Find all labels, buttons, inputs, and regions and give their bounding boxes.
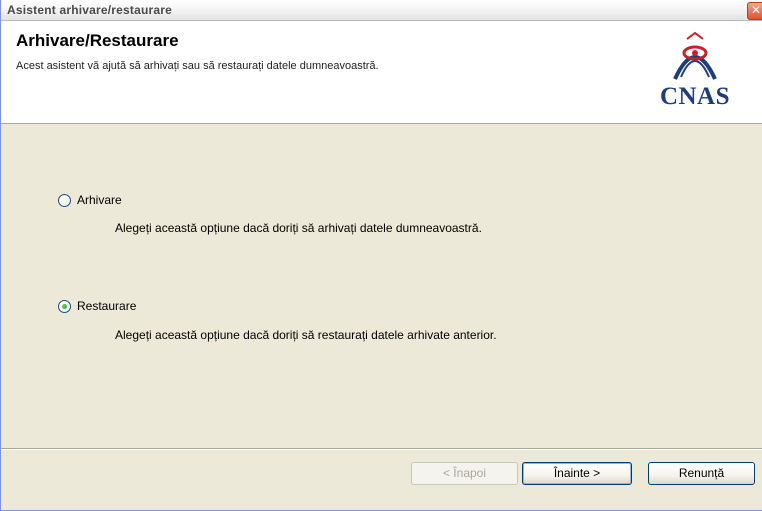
cancel-button[interactable]: Renunță (648, 462, 755, 485)
cnas-logo-emblem-icon (673, 31, 717, 80)
restaurare-radio[interactable] (58, 300, 71, 313)
logo-text: CNAS (659, 83, 731, 110)
page-title: Arhivare/Restaurare (16, 31, 179, 50)
restaurare-label[interactable]: Restaurare (77, 299, 136, 313)
page-subtitle: Acest asistent vă ajută să arhivați sau … (16, 60, 379, 72)
restaurare-description: Alegeți această opțiune dacă doriți să r… (115, 328, 497, 342)
close-button[interactable]: ✕ (747, 2, 762, 20)
back-button[interactable]: < Înapoi (411, 462, 518, 485)
window-title: Asistent arhivare/restaurare (7, 3, 173, 17)
arhivare-radio[interactable] (58, 194, 71, 207)
wizard-header: Arhivare/Restaurare Acest asistent vă aj… (1, 21, 762, 124)
wizard-window: Asistent arhivare/restaurare ✕ Arhivare/… (0, 0, 762, 511)
title-bar[interactable]: Asistent arhivare/restaurare ✕ (1, 0, 762, 21)
next-button[interactable]: Înainte > (522, 462, 632, 485)
arhivare-description: Alegeți această opțiune dacă doriți să a… (115, 221, 482, 235)
footer-divider (1, 448, 762, 450)
cnas-logo: CNAS (633, 31, 757, 111)
arhivare-label[interactable]: Arhivare (77, 193, 122, 207)
close-icon: ✕ (750, 3, 762, 17)
wizard-content: Arhivare Alegeți această opțiune dacă do… (1, 125, 762, 447)
